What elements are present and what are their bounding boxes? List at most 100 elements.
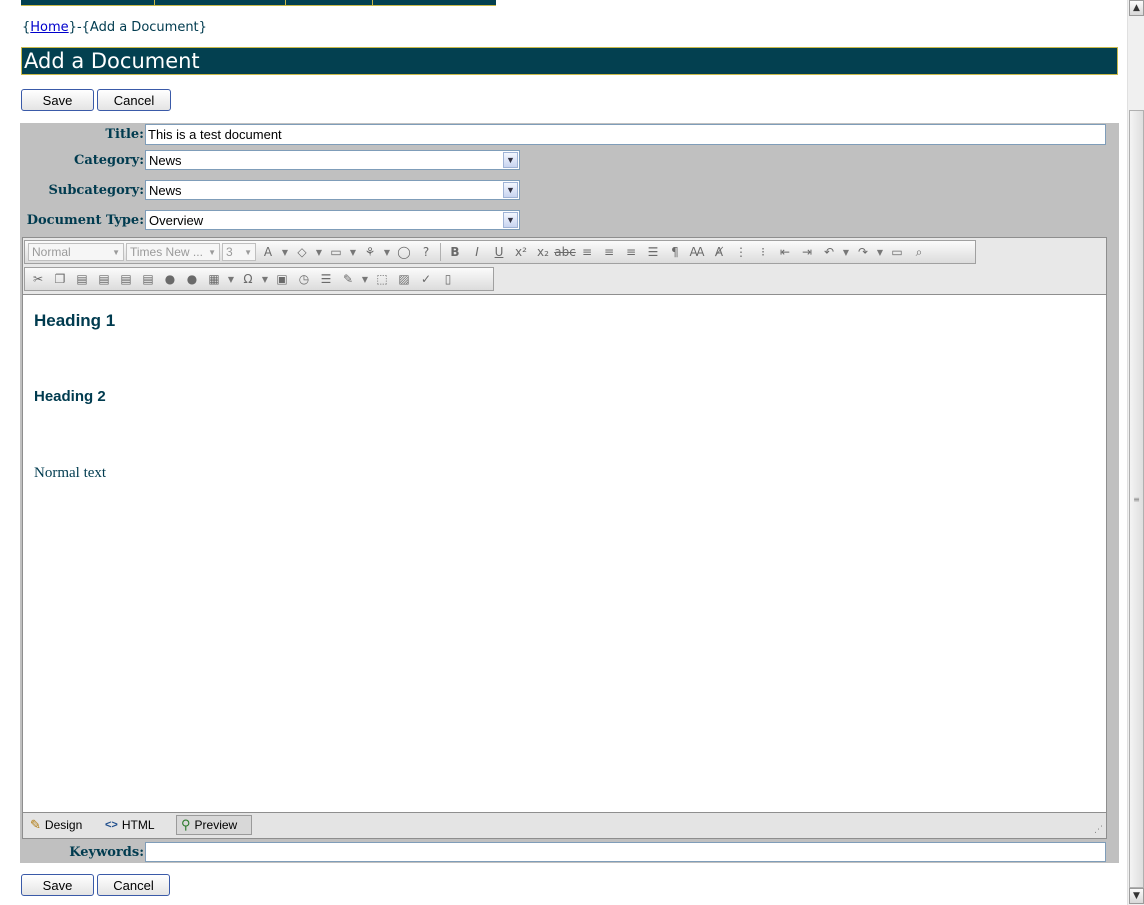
editor-toolbar-row-1: Normal ▼ Times New ... ▼ 3 ▼ A ▼ ◇ ▼ ▭ ▼ ⚘ ▼ ◯ … bbox=[24, 240, 976, 264]
editor-content-area[interactable]: Heading 1 Heading 2 Normal text bbox=[23, 294, 1106, 812]
chevron-down-icon[interactable]: ▼ bbox=[226, 270, 236, 288]
editor-toolbar-row-2: ✂ ❐ ▤ ▤ ▤ ▤ ● ● ▦ ▼ Ω ▼ ▣ ◷ ☰ ✎ ▼ ⬚ ▨ ✓ ▯ bbox=[24, 267, 494, 291]
size-dropdown[interactable]: 3 ▼ bbox=[222, 243, 256, 261]
clear-formatting-icon[interactable]: Ⱥ bbox=[709, 243, 729, 261]
convert-case-icon[interactable]: Ꜳ bbox=[687, 243, 707, 261]
font-color-icon[interactable]: A bbox=[258, 243, 278, 261]
save-button-bottom[interactable]: Save bbox=[21, 874, 94, 896]
numbered-list-icon[interactable]: ⋮ bbox=[731, 243, 751, 261]
content-normal-text: Normal text bbox=[34, 465, 107, 481]
chevron-down-icon[interactable]: ▼ bbox=[314, 243, 324, 261]
font-dropdown-value: Times New ... bbox=[130, 245, 203, 259]
insert-table-icon[interactable]: ▦ bbox=[204, 270, 224, 288]
insert-snippet-icon[interactable]: ▭ bbox=[326, 243, 346, 261]
paste-text-icon[interactable]: ▤ bbox=[94, 270, 114, 288]
nav-tab[interactable] bbox=[21, 0, 155, 5]
insert-flash-icon[interactable]: ▯ bbox=[438, 270, 458, 288]
chevron-down-icon[interactable]: ▼ bbox=[503, 212, 518, 228]
remove-link-icon[interactable]: ● bbox=[182, 270, 202, 288]
chevron-down-icon[interactable]: ▼ bbox=[382, 243, 392, 261]
html-mode-tab[interactable]: <> HTML bbox=[101, 815, 159, 835]
chevron-down-icon[interactable]: ▼ bbox=[260, 270, 270, 288]
scroll-down-icon[interactable]: ▼ bbox=[1129, 888, 1144, 904]
align-justify-icon[interactable]: ☰ bbox=[643, 243, 663, 261]
spellcheck-icon[interactable]: ✓ bbox=[416, 270, 436, 288]
strikethrough-icon[interactable]: abc bbox=[554, 243, 576, 261]
format-dropdown[interactable]: Normal ▼ bbox=[28, 243, 124, 261]
chevron-down-icon[interactable]: ▼ bbox=[360, 270, 370, 288]
design-mode-tab[interactable]: ✎ Design bbox=[26, 815, 86, 835]
save-button-top[interactable]: Save bbox=[21, 89, 94, 111]
cut-icon[interactable]: ✂ bbox=[28, 270, 48, 288]
page-scrollbar[interactable]: ▲ ≡ ▼ bbox=[1127, 0, 1144, 905]
chevron-down-icon[interactable]: ▼ bbox=[875, 243, 885, 261]
resize-grip-icon[interactable]: ⋰ bbox=[1094, 825, 1103, 835]
insert-link-icon[interactable]: ● bbox=[160, 270, 180, 288]
insert-date-icon[interactable]: ▣ bbox=[272, 270, 292, 288]
highlight-color-icon[interactable]: ◇ bbox=[292, 243, 312, 261]
align-center-icon[interactable]: ≡ bbox=[599, 243, 619, 261]
nav-tab[interactable] bbox=[286, 0, 373, 5]
copy-icon[interactable]: ❐ bbox=[50, 270, 70, 288]
find-replace-icon[interactable]: ⌕ bbox=[909, 243, 929, 261]
preview-mode-tab[interactable]: ⚲ Preview bbox=[176, 815, 252, 835]
paragraph-icon[interactable]: ¶ bbox=[665, 243, 685, 261]
chevron-down-icon[interactable]: ▼ bbox=[503, 182, 518, 198]
horizontal-rule-icon[interactable]: ▭ bbox=[887, 243, 907, 261]
scrollbar-thumb[interactable]: ≡ bbox=[1129, 110, 1144, 888]
paste-word-icon[interactable]: ▤ bbox=[116, 270, 136, 288]
bold-icon[interactable]: B bbox=[445, 243, 465, 261]
chevron-down-icon[interactable]: ▼ bbox=[280, 243, 290, 261]
document-type-label: Document Type: bbox=[26, 213, 144, 228]
insert-image-icon[interactable]: ▨ bbox=[394, 270, 414, 288]
format-stripper-icon[interactable]: ✎ bbox=[338, 270, 358, 288]
help-icon[interactable]: ? bbox=[416, 243, 436, 261]
breadcrumb-bracket: } bbox=[198, 20, 207, 35]
top-navigation bbox=[21, 0, 496, 6]
breadcrumb-current: Add a Document bbox=[89, 20, 199, 35]
special-character-icon[interactable]: Ω bbox=[238, 270, 258, 288]
cancel-button-bottom[interactable]: Cancel bbox=[97, 874, 170, 896]
title-input[interactable]: This is a test document bbox=[145, 124, 1106, 145]
align-left-icon[interactable]: ≡ bbox=[577, 243, 597, 261]
category-select-value: News bbox=[149, 153, 182, 168]
cancel-button-top[interactable]: Cancel bbox=[97, 89, 171, 111]
category-select[interactable]: News ▼ bbox=[145, 150, 520, 170]
paste-html-icon[interactable]: ▤ bbox=[138, 270, 158, 288]
toolbar-separator bbox=[440, 243, 441, 261]
underline-icon[interactable]: U bbox=[489, 243, 509, 261]
undo-icon[interactable]: ↶ bbox=[819, 243, 839, 261]
scroll-up-icon[interactable]: ▲ bbox=[1129, 0, 1144, 16]
chevron-down-icon[interactable]: ▼ bbox=[503, 152, 518, 168]
keywords-label: Keywords: bbox=[69, 845, 144, 860]
document-form: Title: This is a test document Category:… bbox=[20, 123, 1119, 863]
paragraph-format-icon[interactable]: ☰ bbox=[316, 270, 336, 288]
nav-tab[interactable] bbox=[373, 0, 496, 5]
subcategory-select[interactable]: News ▼ bbox=[145, 180, 520, 200]
insert-time-icon[interactable]: ◷ bbox=[294, 270, 314, 288]
sitemap-icon[interactable]: ⚘ bbox=[360, 243, 380, 261]
format-dropdown-value: Normal bbox=[32, 245, 71, 259]
comment-icon[interactable]: ◯ bbox=[394, 243, 414, 261]
outdent-icon[interactable]: ⇤ bbox=[775, 243, 795, 261]
indent-icon[interactable]: ⇥ bbox=[797, 243, 817, 261]
font-dropdown[interactable]: Times New ... ▼ bbox=[126, 243, 220, 261]
page-title-bar: Add a Document bbox=[21, 47, 1118, 75]
pencil-icon: ✎ bbox=[30, 817, 41, 832]
subscript-icon[interactable]: x₂ bbox=[533, 243, 553, 261]
paste-icon[interactable]: ▤ bbox=[72, 270, 92, 288]
document-type-select-value: Overview bbox=[149, 213, 204, 228]
document-type-select[interactable]: Overview ▼ bbox=[145, 210, 520, 230]
redo-icon[interactable]: ↷ bbox=[853, 243, 873, 261]
chevron-down-icon[interactable]: ▼ bbox=[841, 243, 851, 261]
align-right-icon[interactable]: ≡ bbox=[621, 243, 641, 261]
italic-icon[interactable]: I bbox=[467, 243, 487, 261]
superscript-icon[interactable]: x² bbox=[511, 243, 531, 261]
chevron-down-icon: ▼ bbox=[244, 247, 252, 257]
keywords-input[interactable] bbox=[145, 842, 1106, 862]
toggle-borders-icon[interactable]: ⬚ bbox=[372, 270, 392, 288]
bulleted-list-icon[interactable]: ⁝ bbox=[753, 243, 773, 261]
nav-tab[interactable] bbox=[155, 0, 286, 5]
breadcrumb-home-link[interactable]: Home bbox=[30, 20, 68, 35]
chevron-down-icon[interactable]: ▼ bbox=[348, 243, 358, 261]
